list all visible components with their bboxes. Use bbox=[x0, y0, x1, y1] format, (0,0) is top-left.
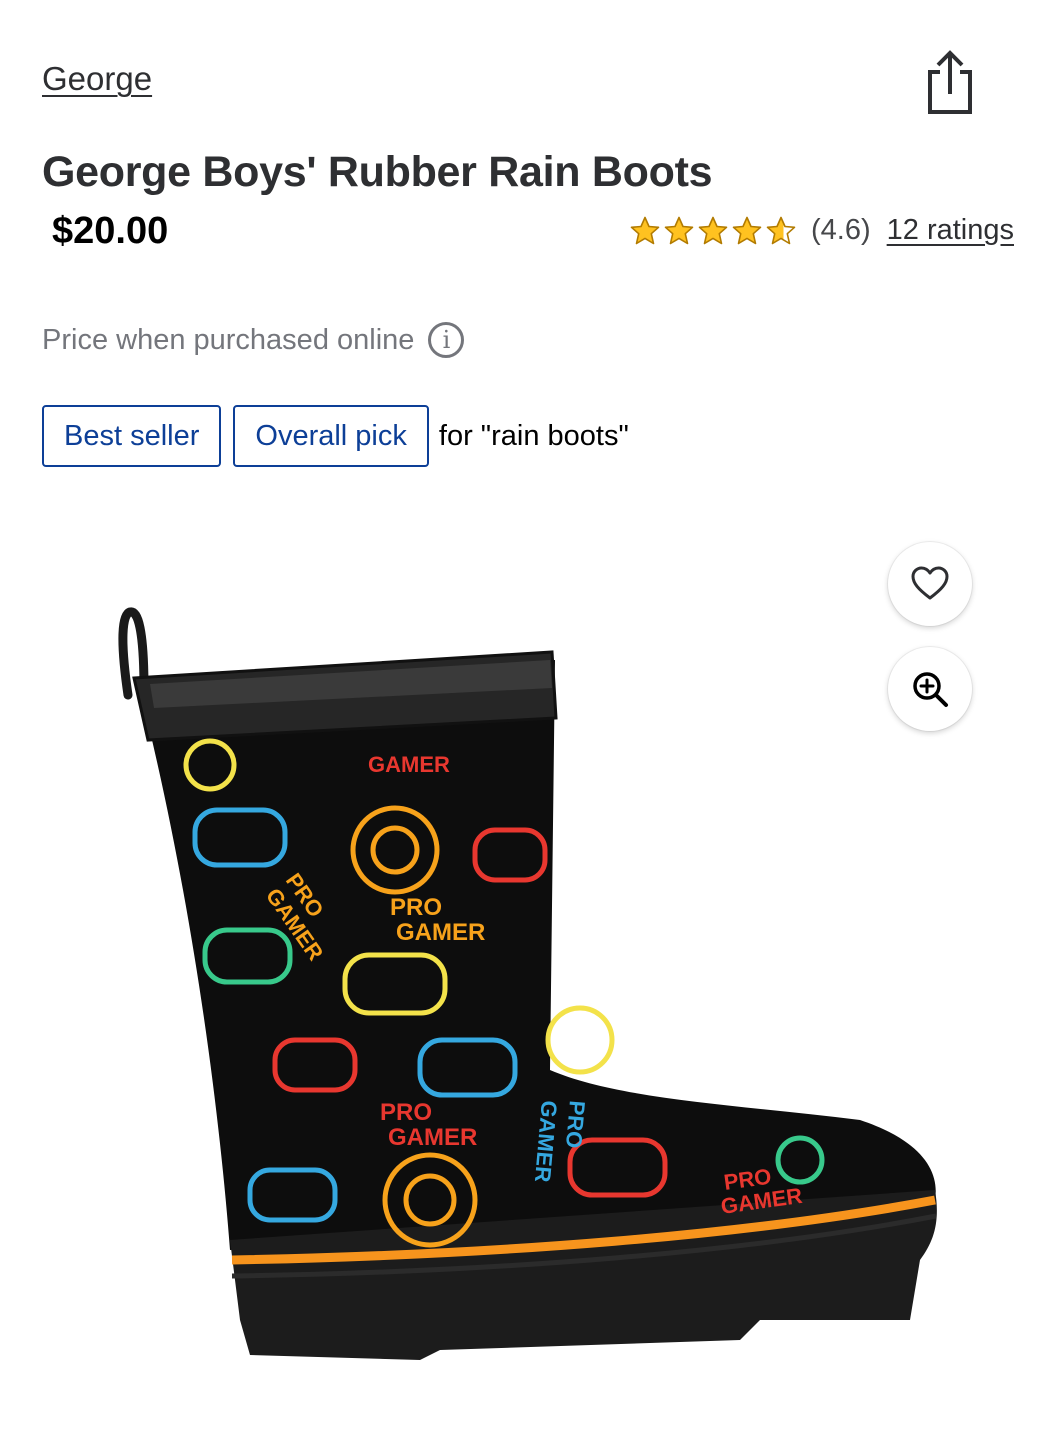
badge-context-text: for "rain boots" bbox=[438, 419, 629, 452]
print-text-gamer-3: GAMER bbox=[388, 1124, 477, 1151]
print-text-pro-2: PRO bbox=[380, 1099, 432, 1126]
price-note: Price when purchased online i bbox=[42, 322, 465, 358]
info-icon[interactable]: i bbox=[428, 322, 465, 358]
star-icon bbox=[698, 216, 728, 244]
best-seller-badge[interactable]: Best seller bbox=[42, 405, 222, 467]
brand-link[interactable]: George bbox=[42, 60, 152, 98]
badge-row: Best seller Overall pick for "rain boots… bbox=[42, 405, 629, 467]
rating-value: (4.6) bbox=[811, 214, 871, 246]
star-icon bbox=[630, 216, 660, 244]
share-icon bbox=[928, 50, 972, 114]
print-text-gamer-2: GAMER bbox=[396, 919, 485, 946]
share-button[interactable] bbox=[920, 50, 980, 116]
star-icon bbox=[732, 216, 762, 244]
print-text-gamer-1: GAMER bbox=[368, 752, 450, 777]
ratings-count-link[interactable]: 12 ratings bbox=[887, 214, 1014, 247]
star-icon bbox=[664, 216, 694, 244]
product-image[interactable]: GAMER PRO GAMER PRO GAMER PRO GAMER PRO … bbox=[100, 600, 950, 1380]
product-price: $20.00 bbox=[52, 210, 169, 252]
print-text-pro-1: PRO bbox=[390, 894, 442, 921]
overall-pick-badge[interactable]: Overall pick bbox=[233, 405, 429, 467]
star-icon bbox=[766, 216, 796, 244]
product-title: George Boys' Rubber Rain Boots bbox=[42, 148, 713, 196]
rating-summary: (4.6) 12 ratings bbox=[629, 214, 1014, 247]
star-rating bbox=[629, 215, 797, 247]
heart-icon bbox=[911, 566, 949, 600]
print-text-pro-5: PRO bbox=[561, 1100, 590, 1150]
price-note-text: Price when purchased online bbox=[42, 323, 415, 356]
